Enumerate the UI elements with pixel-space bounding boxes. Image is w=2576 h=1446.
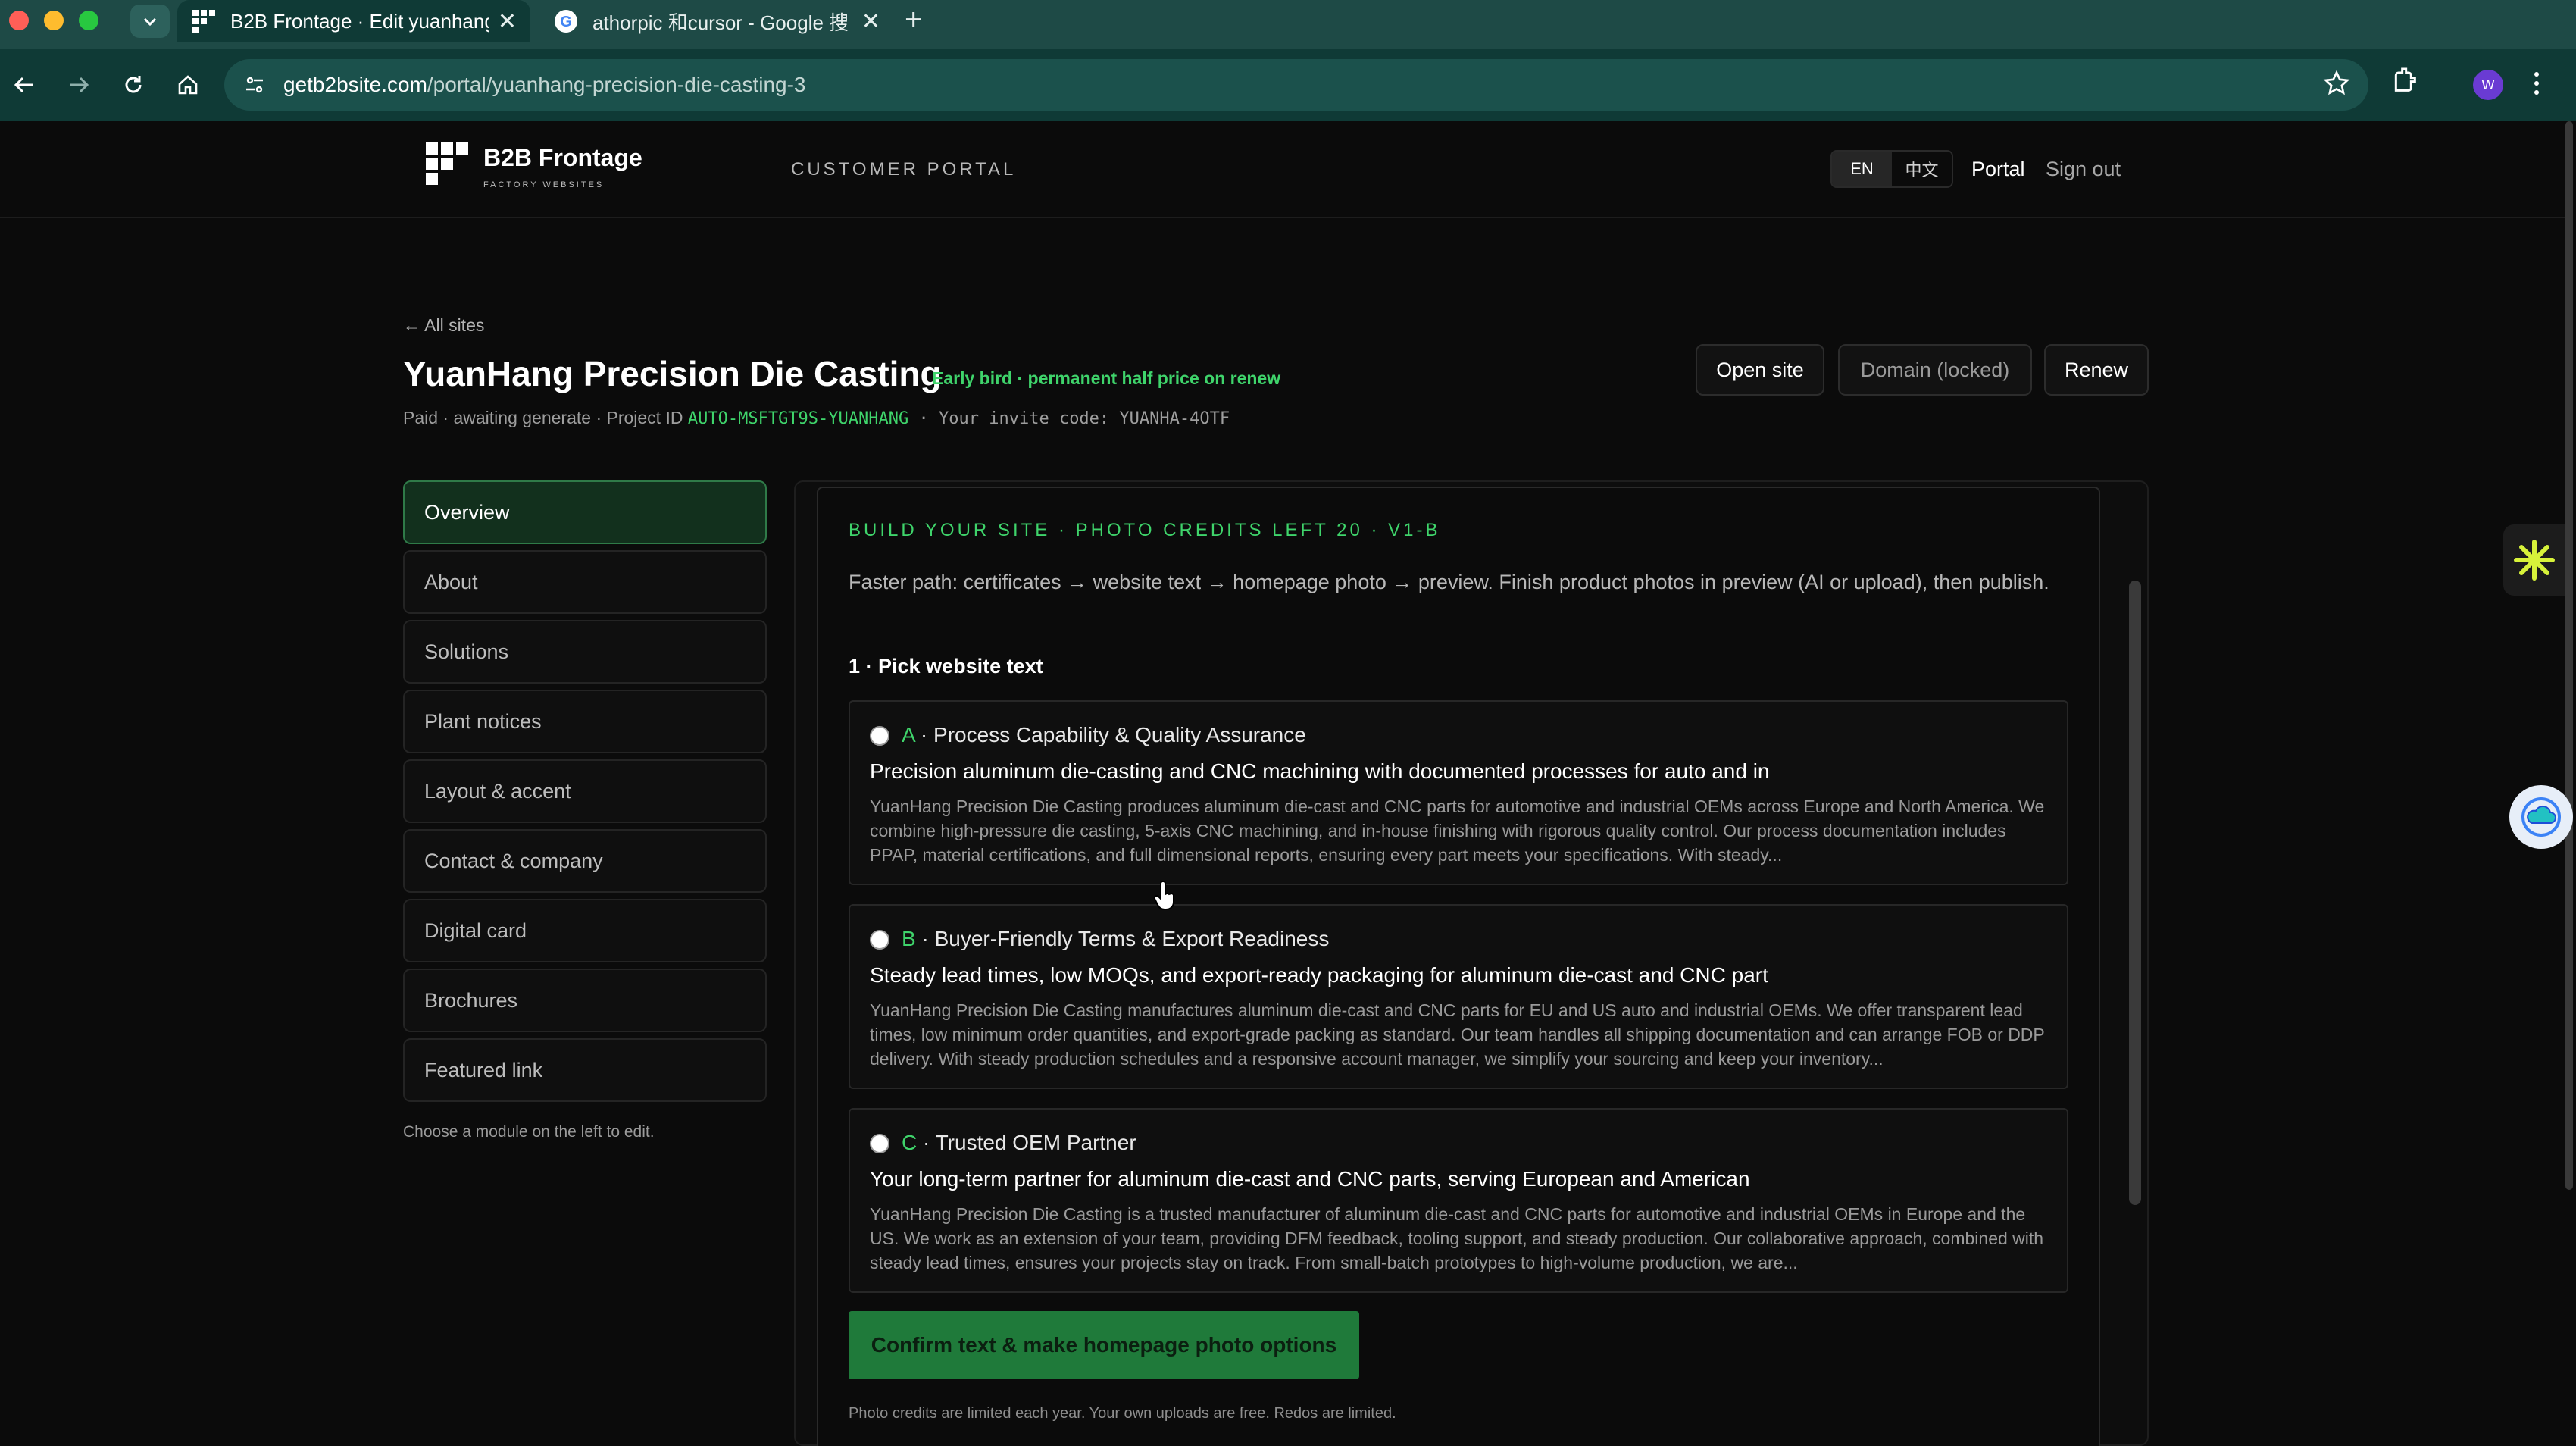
invite-label: · Your invite code: xyxy=(908,409,1120,428)
arrow-left-icon xyxy=(14,77,33,93)
early-bird-badge: Early bird · permanent half price on ren… xyxy=(932,368,1281,388)
photo-credits-note: Photo credits are limited each year. You… xyxy=(849,1405,1396,1422)
option-heading-text: · Trusted OEM Partner xyxy=(917,1131,1136,1154)
address-bar[interactable]: getb2bsite.com/portal/yuanhang-precision… xyxy=(224,59,2368,111)
home-icon xyxy=(178,75,198,95)
nav-portal-link[interactable]: Portal xyxy=(1971,158,2025,181)
option-tagline: Steady lead times, low MOQs, and export-… xyxy=(870,963,1768,987)
close-window-button[interactable] xyxy=(9,11,29,30)
forward-button[interactable] xyxy=(59,65,98,105)
option-tagline: Precision aluminum die-casting and CNC m… xyxy=(870,759,1770,783)
url-host: getb2bsite.com xyxy=(283,73,427,96)
sidebar-item-plant-notices[interactable]: Plant notices xyxy=(403,690,767,753)
reload-button[interactable] xyxy=(114,65,153,105)
page-title: YuanHang Precision Die Casting xyxy=(403,354,942,393)
page-scrollbar[interactable] xyxy=(2565,121,2573,1190)
option-letter: C xyxy=(902,1131,918,1154)
language-toggle: EN 中文 xyxy=(1830,150,1953,188)
option-letter: A xyxy=(902,723,915,746)
browser-menu-icon[interactable] xyxy=(2529,67,2544,104)
close-tab-icon[interactable]: ✕ xyxy=(861,8,880,35)
tab-search-button[interactable] xyxy=(130,5,170,38)
url-text[interactable]: getb2bsite.com/portal/yuanhang-precision… xyxy=(283,73,806,97)
text-option-c[interactable]: C · Trusted OEM Partner Your long-term p… xyxy=(849,1108,2068,1293)
project-status: Paid · awaiting generate · Project ID xyxy=(403,408,688,427)
brand-logo[interactable]: B2B Frontage FACTORY WEBSITES xyxy=(426,139,653,197)
text-option-b[interactable]: B · Buyer-Friendly Terms & Export Readin… xyxy=(849,904,2068,1089)
maximize-window-button[interactable] xyxy=(79,11,98,30)
sidebar-item-featured-link[interactable]: Featured link xyxy=(403,1038,767,1102)
option-heading-text: · Process Capability & Quality Assurance xyxy=(914,723,1306,746)
extensions-puzzle-icon[interactable] xyxy=(2390,65,2420,99)
browser-toolbar: getb2bsite.com/portal/yuanhang-precision… xyxy=(0,49,2576,121)
confirm-text-button[interactable]: Confirm text & make homepage photo optio… xyxy=(849,1311,1359,1379)
brand-name: B2B Frontage xyxy=(483,144,642,171)
sidebar-hint: Choose a module on the left to edit. xyxy=(403,1123,655,1141)
home-button[interactable] xyxy=(168,65,208,105)
browser-tab-bar: B2B Frontage · Edit yuanhang ✕ G athorpi… xyxy=(0,0,2576,49)
builder-title: BUILD YOUR SITE · PHOTO CREDITS LEFT 20 … xyxy=(849,520,1441,540)
option-body: YuanHang Precision Die Casting produces … xyxy=(870,797,2045,865)
tab-b2b-frontage[interactable]: B2B Frontage · Edit yuanhang ✕ xyxy=(177,0,530,42)
nav-signout-link[interactable]: Sign out xyxy=(2046,158,2121,181)
cloud-icon xyxy=(2521,797,2561,837)
sidebar-item-about[interactable]: About xyxy=(403,550,767,614)
b2b-frontage-favicon-icon xyxy=(191,8,217,34)
arrow-right-icon xyxy=(70,77,89,93)
url-path: /portal/yuanhang-precision-die-casting-3 xyxy=(427,73,806,96)
renew-button[interactable]: Renew xyxy=(2044,344,2149,396)
builder-description: Faster path: certificates → website text… xyxy=(849,571,2049,593)
option-letter: B xyxy=(902,927,916,950)
assistant-sparkle-button[interactable] xyxy=(2503,524,2565,596)
minimize-window-button[interactable] xyxy=(44,11,64,30)
site-info-icon[interactable] xyxy=(235,65,274,105)
site-header: B2B Frontage FACTORY WEBSITES CUSTOMER P… xyxy=(0,121,2567,218)
sidebar-item-overview[interactable]: Overview xyxy=(403,480,767,544)
back-button[interactable] xyxy=(5,65,44,105)
brand-subtitle: FACTORY WEBSITES xyxy=(483,180,605,189)
option-heading: C · Trusted OEM Partner xyxy=(902,1131,1136,1155)
panel-scrollbar[interactable] xyxy=(2129,581,2141,1205)
open-site-button[interactable]: Open site xyxy=(1696,344,1824,396)
option-a-radio[interactable] xyxy=(870,726,889,746)
cloud-sync-button[interactable] xyxy=(2509,785,2573,849)
tab-title: B2B Frontage · Edit yuanhang xyxy=(230,9,489,33)
customer-portal-label: CUSTOMER PORTAL xyxy=(791,159,1017,180)
chevron-down-icon xyxy=(143,17,157,27)
new-tab-button[interactable]: + xyxy=(905,3,922,37)
option-body: YuanHang Precision Die Casting manufactu… xyxy=(870,1000,2045,1069)
tab-title: athorpic 和cursor - Google 搜 xyxy=(592,11,849,34)
option-body: YuanHang Precision Die Casting is a trus… xyxy=(870,1204,2044,1272)
hand-cursor-icon xyxy=(1153,881,1176,915)
all-sites-back-link[interactable]: ← All sites xyxy=(403,315,484,336)
option-heading: B · Buyer-Friendly Terms & Export Readin… xyxy=(902,927,1329,951)
reload-icon xyxy=(125,76,142,93)
option-tagline: Your long-term partner for aluminum die-… xyxy=(870,1167,1750,1191)
logo-grid-icon xyxy=(426,142,468,185)
google-favicon-icon: G xyxy=(553,8,579,34)
option-heading-text: · Buyer-Friendly Terms & Export Readines… xyxy=(915,927,1330,950)
invite-code: YUANHA-4OTF xyxy=(1119,409,1230,428)
sidebar-item-solutions[interactable]: Solutions xyxy=(403,620,767,684)
sidebar-item-brochures[interactable]: Brochures xyxy=(403,969,767,1032)
sidebar-item-layout-accent[interactable]: Layout & accent xyxy=(403,759,767,823)
sidebar-item-digital-card[interactable]: Digital card xyxy=(403,899,767,962)
step-heading: 1 · Pick website text xyxy=(849,655,1043,678)
option-c-radio[interactable] xyxy=(870,1134,889,1153)
option-heading: A · Process Capability & Quality Assuran… xyxy=(902,723,1306,747)
project-id: AUTO-MSFTGT9S-YUANHANG xyxy=(687,409,909,428)
sparkle-icon xyxy=(2514,540,2555,581)
profile-avatar[interactable]: W xyxy=(2473,70,2503,100)
domain-locked-button[interactable]: Domain (locked) xyxy=(1838,344,2032,396)
lang-zh-button[interactable]: 中文 xyxy=(1892,152,1952,186)
svg-text:G: G xyxy=(560,14,572,30)
text-option-a[interactable]: A · Process Capability & Quality Assuran… xyxy=(849,700,2068,885)
close-tab-icon[interactable]: ✕ xyxy=(498,8,517,35)
project-meta: Paid · awaiting generate · Project ID AU… xyxy=(403,408,1230,428)
sidebar-item-contact-company[interactable]: Contact & company xyxy=(403,829,767,893)
tab-google-search[interactable]: G athorpic 和cursor - Google 搜 ✕ xyxy=(539,0,894,42)
lang-en-button[interactable]: EN xyxy=(1832,152,1892,186)
option-b-radio[interactable] xyxy=(870,930,889,950)
bookmark-star-icon[interactable] xyxy=(2323,70,2350,101)
